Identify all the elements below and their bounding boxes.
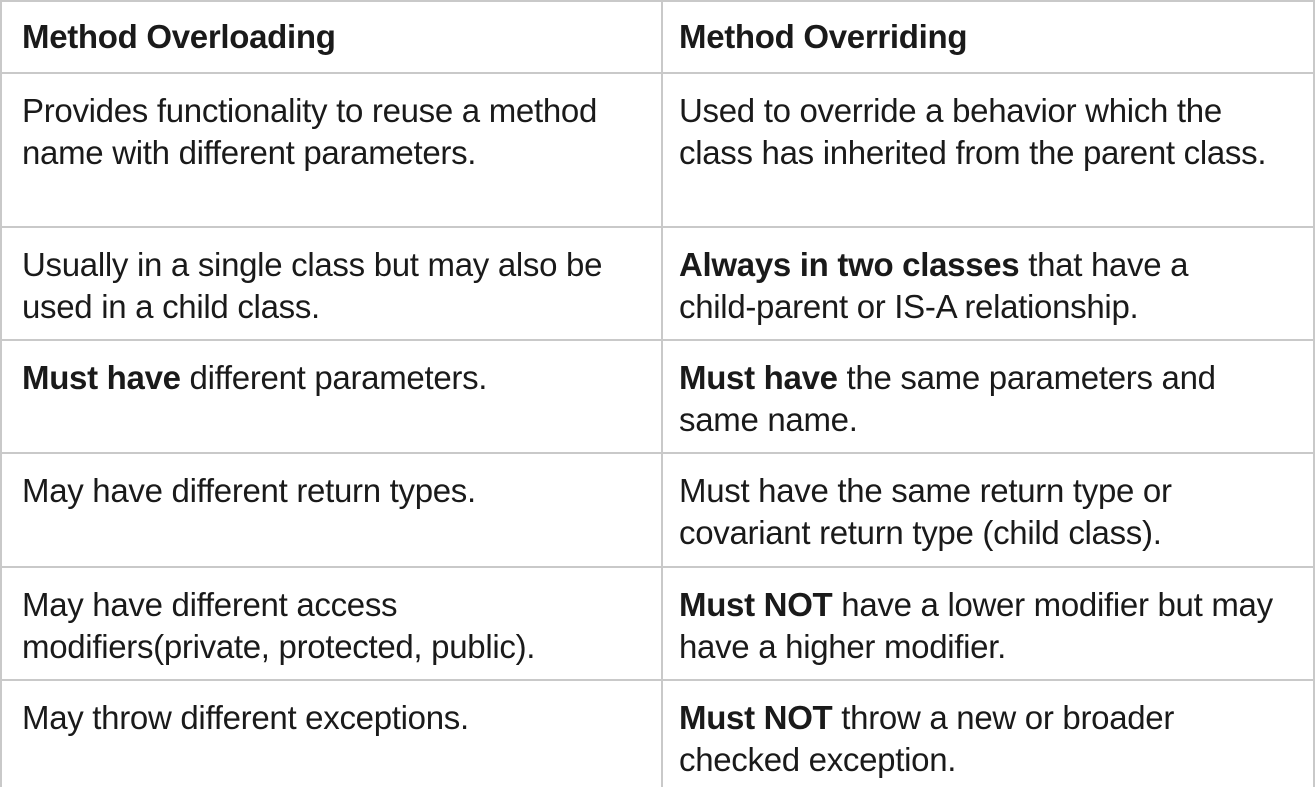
table-row: May have different access modifiers(priv… [0,566,1315,679]
table-row: Usually in a single class but may also b… [0,226,1315,339]
cell-bold-text: Always in two classes [679,246,1020,283]
overriding-cell: Must have the same return type or covari… [661,454,1315,566]
cell-bold-text: Must have [22,359,181,396]
cell-text: Provides functionality to reuse a method… [22,92,597,171]
cell-bold-text: Must NOT [679,699,833,736]
overriding-cell: Must NOT throw a new or broader checked … [661,681,1315,787]
table-row: May have different return types. Must ha… [0,452,1315,566]
header-method-overriding: Method Overriding [661,2,1315,72]
cell-text: Usually in a single class but may also b… [22,246,603,325]
table-row: Must have different parameters. Must hav… [0,339,1315,452]
comparison-table: Method Overloading Method Overriding Pro… [0,0,1315,787]
cell-text: Must have the same return type or covari… [679,472,1172,551]
cell-text: Used to override a behavior which the cl… [679,92,1267,171]
overriding-cell: Must NOT have a lower modifier but may h… [661,568,1315,679]
cell-bold-text: Must have [679,359,838,396]
overloading-cell: Must have different parameters. [0,341,661,452]
table-row: May throw different exceptions. Must NOT… [0,679,1315,787]
cell-text: May have different access modifiers(priv… [22,586,536,665]
cell-text: different parameters. [180,359,488,396]
overriding-cell: Always in two classes that have a child-… [661,228,1315,339]
cell-text: May throw different exceptions. [22,699,469,736]
overloading-cell: Usually in a single class but may also b… [0,228,661,339]
header-method-overloading: Method Overloading [0,2,661,72]
overloading-cell: May have different return types. [0,454,661,566]
table-header-row: Method Overloading Method Overriding [0,0,1315,72]
overriding-cell: Used to override a behavior which the cl… [661,74,1315,226]
overriding-cell: Must have the same parameters and same n… [661,341,1315,452]
overloading-cell: May have different access modifiers(priv… [0,568,661,679]
cell-text: May have different return types. [22,472,476,509]
overloading-cell: May throw different exceptions. [0,681,661,787]
table-row: Provides functionality to reuse a method… [0,72,1315,226]
cell-bold-text: Must NOT [679,586,833,623]
overloading-cell: Provides functionality to reuse a method… [0,74,661,226]
